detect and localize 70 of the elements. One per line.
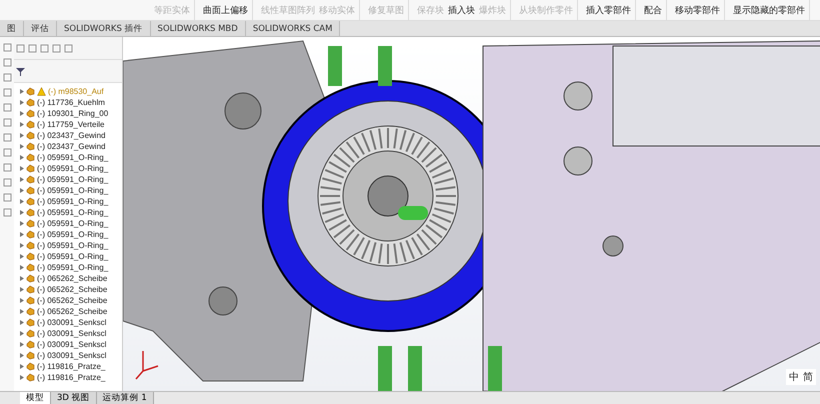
tree-item[interactable]: (-) 117759_Verteile	[37, 120, 104, 129]
tree-item[interactable]: (-) 059591_O-Ring_	[37, 208, 108, 217]
expand-caret-icon[interactable]	[20, 188, 24, 193]
tree-item[interactable]: (-) 059591_O-Ring_	[37, 186, 108, 195]
ribbon-button[interactable]: 移动零部件	[675, 4, 720, 16]
expand-caret-icon[interactable]	[20, 309, 24, 314]
tree-item[interactable]: (-) 109301_Ring_00	[37, 109, 108, 118]
tree-item[interactable]: (-) 065262_Scheibe	[37, 274, 108, 283]
tree-item[interactable]: (-) 119816_Pratze_	[37, 362, 106, 371]
tree-item[interactable]: (-) 030091_Senkscl	[37, 340, 106, 349]
expand-caret-icon[interactable]	[20, 265, 24, 270]
tree-item[interactable]: (-) 059591_O-Ring_	[37, 175, 108, 184]
tree-item[interactable]: (-) 059591_O-Ring_	[37, 263, 108, 272]
expand-caret-icon[interactable]	[20, 89, 24, 94]
ribbon-button[interactable]: 曲面上偏移	[203, 4, 248, 16]
tree-item[interactable]: (-) 030091_Senkscl	[37, 318, 106, 327]
tree-item[interactable]: (-) 059591_O-Ring_	[37, 252, 108, 261]
command-tab[interactable]: SOLIDWORKS CAM	[246, 21, 340, 36]
tree-item[interactable]: (-) 030091_Senkscl	[37, 329, 106, 338]
expand-caret-icon[interactable]	[20, 375, 24, 380]
expand-caret-icon[interactable]	[20, 276, 24, 281]
expand-caret-icon[interactable]	[20, 111, 24, 116]
tree-item[interactable]: (-) 023437_Gewind	[37, 142, 106, 151]
expand-caret-icon[interactable]	[20, 133, 24, 138]
tree-item[interactable]: (-) 065262_Scheibe	[37, 285, 108, 294]
expand-caret-icon[interactable]	[20, 254, 24, 259]
expand-caret-icon[interactable]	[20, 144, 24, 149]
expand-caret-icon[interactable]	[20, 155, 24, 160]
expand-caret-icon[interactable]	[20, 177, 24, 182]
tree-item[interactable]: (-) 119816_Pratze_	[37, 373, 106, 382]
expand-caret-icon[interactable]	[20, 364, 24, 369]
tree-item[interactable]: (-) 059591_O-Ring_	[37, 230, 108, 239]
command-tab[interactable]: SOLIDWORKS MBD	[150, 21, 246, 36]
tree-item[interactable]: (-) 059591_O-Ring_	[37, 164, 108, 173]
view-tab[interactable]: 模型	[20, 392, 51, 404]
tree-item[interactable]: (-) 059591_O-Ring_	[37, 153, 108, 162]
filter-icon[interactable]	[16, 66, 25, 76]
ribbon-button[interactable]: 显示隐藏的零部件	[733, 4, 805, 16]
tree-item[interactable]: (-) 023437_Gewind	[37, 131, 106, 140]
expand-caret-icon[interactable]	[20, 100, 24, 105]
expand-caret-icon[interactable]	[20, 342, 24, 347]
expand-caret-icon[interactable]	[20, 199, 24, 204]
expand-caret-icon[interactable]	[20, 232, 24, 237]
command-tab[interactable]: SOLIDWORKS 插件	[57, 21, 151, 36]
ribbon-button[interactable]: 插入块	[448, 4, 475, 16]
ribbon-button[interactable]: 配合	[644, 4, 662, 16]
expand-caret-icon[interactable]	[20, 331, 24, 336]
expand-caret-icon[interactable]	[20, 243, 24, 248]
ime-mode-label[interactable]: 简	[803, 370, 813, 384]
tree-item[interactable]: (-) 059591_O-Ring_	[37, 219, 108, 228]
view-tab[interactable]: 3D 视图	[51, 392, 97, 404]
ime-mode-label[interactable]: 中	[789, 370, 799, 384]
expand-caret-icon[interactable]	[20, 122, 24, 127]
tree-item[interactable]: (-) 059591_O-Ring_	[37, 241, 108, 250]
expand-caret-icon[interactable]	[20, 221, 24, 226]
expand-caret-icon[interactable]	[20, 210, 24, 215]
expand-caret-icon[interactable]	[20, 320, 24, 325]
ribbon-button[interactable]: 插入零部件	[586, 4, 631, 16]
tree-item[interactable]: (-) 065262_Scheibe	[37, 296, 108, 305]
expand-caret-icon[interactable]	[20, 353, 24, 358]
tree-item[interactable]: (-) 117736_Kuehlm	[37, 98, 105, 107]
tree-item[interactable]: (-) 059591_O-Ring_	[37, 197, 108, 206]
expand-caret-icon[interactable]	[20, 287, 24, 292]
expand-caret-icon[interactable]	[20, 166, 24, 171]
expand-caret-icon[interactable]	[20, 298, 24, 303]
command-tab[interactable]: 评估	[24, 21, 57, 36]
view-tab[interactable]: 运动算例 1	[96, 392, 154, 404]
command-tab[interactable]: 图	[0, 21, 24, 36]
tree-item[interactable]: (-) 065262_Scheibe	[37, 307, 108, 316]
tree-item[interactable]: (-) 030091_Senkscl	[37, 351, 106, 360]
